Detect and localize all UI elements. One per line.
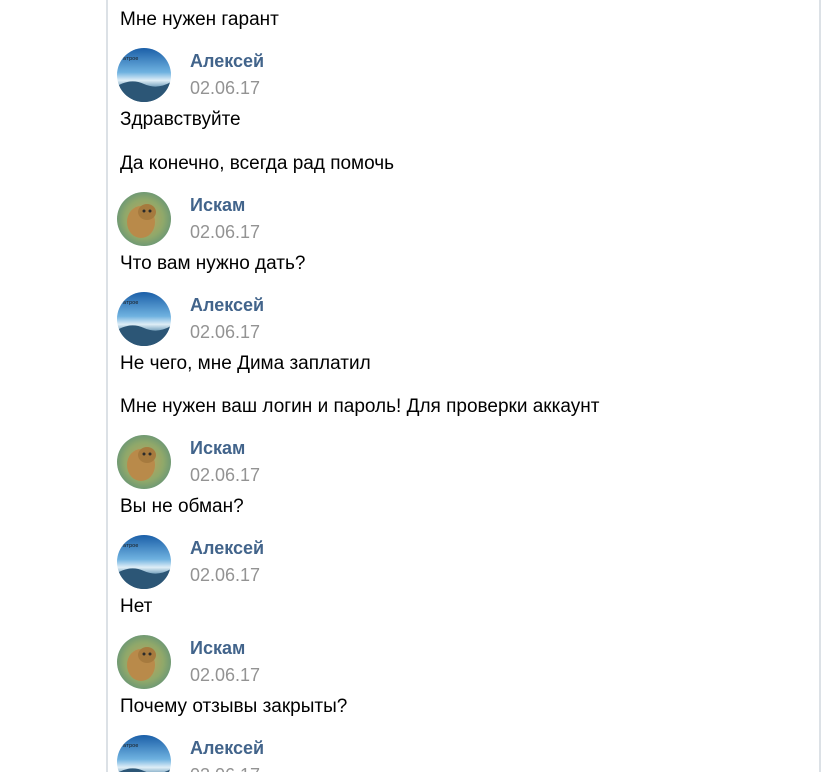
message-text: Не чего, мне Дима заплатил bbox=[120, 353, 371, 374]
message-date[interactable]: 02.06.17 bbox=[190, 221, 260, 243]
author-name[interactable]: Алексей bbox=[190, 737, 264, 759]
message-text: Нет bbox=[120, 596, 153, 617]
message-header: Искам 02.06.17 bbox=[117, 435, 417, 491]
chat-history-page: Мне нужен гарант атрое Алексей 02.06.17 … bbox=[0, 0, 821, 772]
sky-landscape-avatar[interactable]: атрое bbox=[117, 292, 171, 346]
message-header: атрое Алексей 02.06.17 bbox=[117, 535, 417, 591]
sky-landscape-avatar[interactable]: атрое bbox=[117, 735, 171, 772]
svg-text:атрое: атрое bbox=[123, 56, 138, 62]
message-date[interactable]: 02.06.17 bbox=[190, 764, 260, 772]
message-header: Искам 02.06.17 bbox=[117, 192, 417, 248]
author-name[interactable]: Искам bbox=[190, 194, 245, 216]
author-name[interactable]: Алексей bbox=[190, 50, 264, 72]
left-gutter bbox=[0, 0, 106, 772]
message-text: Здравствуйте bbox=[120, 109, 241, 130]
sky-landscape-avatar[interactable]: атрое bbox=[117, 48, 171, 102]
message-text: Мне нужен ваш логин и пароль! Для провер… bbox=[120, 396, 600, 417]
author-name[interactable]: Искам bbox=[190, 437, 245, 459]
svg-text:атрое: атрое bbox=[123, 300, 138, 306]
message-header: атрое Алексей 02.06.17 bbox=[117, 48, 417, 104]
message-text: Что вам нужно дать? bbox=[120, 253, 306, 274]
message-date[interactable]: 02.06.17 bbox=[190, 321, 260, 343]
message-date[interactable]: 02.06.17 bbox=[190, 564, 260, 586]
message-header: атрое Алексей 02.06.17 bbox=[117, 292, 417, 348]
message-header: Искам 02.06.17 bbox=[117, 635, 417, 691]
author-name[interactable]: Искам bbox=[190, 637, 245, 659]
message-text: Да конечно, всегда рад помочь bbox=[120, 153, 395, 174]
content-left-border bbox=[106, 0, 108, 772]
message-text: Вы не обман? bbox=[120, 496, 244, 517]
author-name[interactable]: Алексей bbox=[190, 537, 264, 559]
message-date[interactable]: 02.06.17 bbox=[190, 464, 260, 486]
message-text: Почему отзывы закрыты? bbox=[120, 696, 348, 717]
svg-text:атрое: атрое bbox=[123, 543, 138, 549]
message-date[interactable]: 02.06.17 bbox=[190, 77, 260, 99]
cat-avatar[interactable] bbox=[117, 635, 171, 689]
message-header: атрое Алексей 02.06.17 bbox=[117, 735, 417, 772]
author-name[interactable]: Алексей bbox=[190, 294, 264, 316]
sky-landscape-avatar[interactable]: атрое bbox=[117, 535, 171, 589]
message-text: Мне нужен гарант bbox=[120, 9, 279, 30]
message-date[interactable]: 02.06.17 bbox=[190, 664, 260, 686]
cat-avatar[interactable] bbox=[117, 192, 171, 246]
svg-text:атрое: атрое bbox=[123, 743, 138, 749]
cat-avatar[interactable] bbox=[117, 435, 171, 489]
